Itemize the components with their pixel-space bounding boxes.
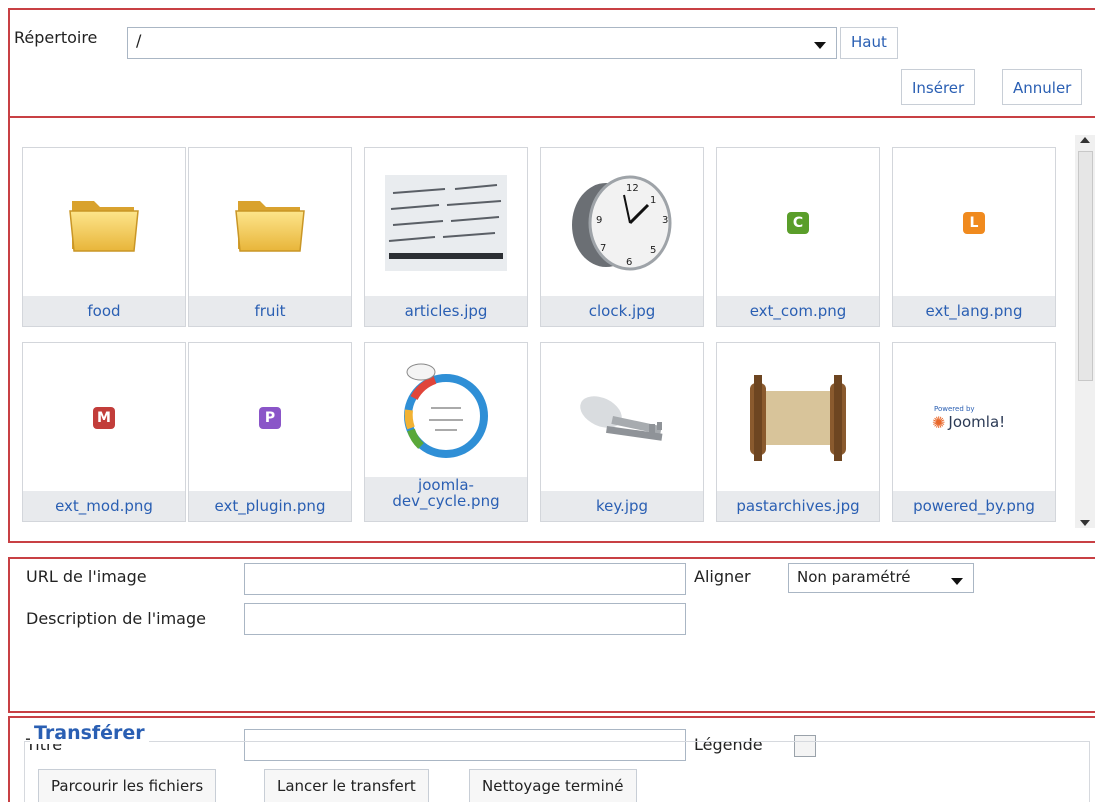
gallery-item-label: ext_lang.png <box>893 296 1055 326</box>
gallery-item-ext-lang[interactable]: L ext_lang.png <box>892 147 1056 327</box>
gallery-item-fruit[interactable]: fruit <box>188 147 352 327</box>
caption-line-2: dev_cycle.png <box>392 492 500 510</box>
start-upload-button[interactable]: Lancer le transfert <box>264 769 429 802</box>
gallery-item-pastarchives[interactable]: pastarchives.jpg <box>716 342 880 522</box>
caption-line-1: joomla- <box>418 477 474 494</box>
upload-legend: Transférer <box>30 722 149 744</box>
chevron-down-icon <box>951 578 963 585</box>
gallery-item-label: ext_com.png <box>717 296 879 326</box>
scroll-image <box>717 343 879 493</box>
directory-label: Répertoire <box>14 28 98 47</box>
svg-text:1: 1 <box>650 195 656 206</box>
joomla-logo-image: Powered by ✺ Joomla! <box>893 343 1055 493</box>
description-label: Description de l'image <box>26 609 206 628</box>
gallery-item-label: food <box>23 296 185 326</box>
gallery-item-label: pastarchives.jpg <box>717 491 879 521</box>
url-input[interactable] <box>244 563 686 595</box>
directory-value: / <box>136 31 142 50</box>
gallery-item-label: fruit <box>189 296 351 326</box>
align-label: Aligner <box>694 567 751 586</box>
powered-by-text: Powered by <box>934 404 975 413</box>
clear-completed-button[interactable]: Nettoyage terminé <box>469 769 637 802</box>
insert-button[interactable]: Insérer <box>901 69 976 105</box>
plugin-icon: P <box>259 407 281 429</box>
url-label: URL de l'image <box>26 567 147 586</box>
joomla-logo-icon: ✺ <box>932 412 946 432</box>
svg-text:7: 7 <box>600 243 606 254</box>
folder-icon <box>189 148 351 298</box>
align-value: Non paramétré <box>797 568 911 586</box>
chevron-down-icon <box>814 42 826 49</box>
description-input[interactable] <box>244 603 686 635</box>
language-icon: L <box>963 212 985 234</box>
gallery-item-label: ext_mod.png <box>23 491 185 521</box>
directory-select[interactable]: / <box>127 27 837 59</box>
gallery-item-ext-com[interactable]: C ext_com.png <box>716 147 880 327</box>
clock-image: 12 1 3 5 6 7 9 <box>541 148 703 298</box>
gallery-item-ext-plugin[interactable]: P ext_plugin.png <box>188 342 352 522</box>
svg-text:9: 9 <box>596 215 602 226</box>
folder-icon <box>23 148 185 298</box>
module-icon: M <box>93 407 115 429</box>
svg-text:12: 12 <box>626 183 639 194</box>
gallery-item-articles[interactable]: articles.jpg <box>364 147 528 327</box>
svg-text:6: 6 <box>626 257 632 268</box>
browse-files-button[interactable]: Parcourir les fichiers <box>38 769 217 802</box>
cancel-button[interactable]: Annuler <box>1002 69 1083 105</box>
gallery-item-powered-by[interactable]: Powered by ✺ Joomla! powered_by.png <box>892 342 1056 522</box>
gallery-item-clock[interactable]: 12 1 3 5 6 7 9 clock.jpg <box>540 147 704 327</box>
joomla-logo-text: Joomla! <box>948 413 1006 431</box>
gallery-item-joomla-dev-cycle[interactable]: joomla- dev_cycle.png <box>364 342 528 522</box>
newspaper-image <box>365 148 527 298</box>
key-image <box>541 343 703 493</box>
svg-text:3: 3 <box>662 215 668 226</box>
align-select[interactable]: Non paramétré <box>788 563 974 593</box>
svg-text:5: 5 <box>650 245 656 256</box>
up-button[interactable]: Haut <box>840 27 898 59</box>
gallery-item-label: articles.jpg <box>365 296 527 326</box>
gallery-item-label: joomla- dev_cycle.png <box>365 477 527 521</box>
gallery-item-label: clock.jpg <box>541 296 703 326</box>
gallery-item-label: powered_by.png <box>893 491 1055 521</box>
gallery-item-key[interactable]: key.jpg <box>540 342 704 522</box>
image-manager: Répertoire / Haut Insérer Annuler food f… <box>0 0 1095 802</box>
gallery-scrollbar[interactable] <box>1075 135 1095 528</box>
scroll-up-icon[interactable] <box>1080 137 1090 143</box>
cycle-diagram-image <box>365 343 527 473</box>
gallery-item-label: ext_plugin.png <box>189 491 351 521</box>
gallery-item-food[interactable]: food <box>22 147 186 327</box>
component-icon: C <box>787 212 809 234</box>
scroll-thumb[interactable] <box>1078 151 1093 381</box>
gallery-item-label: key.jpg <box>541 491 703 521</box>
gallery-item-ext-mod[interactable]: M ext_mod.png <box>22 342 186 522</box>
scroll-down-icon[interactable] <box>1080 520 1090 526</box>
